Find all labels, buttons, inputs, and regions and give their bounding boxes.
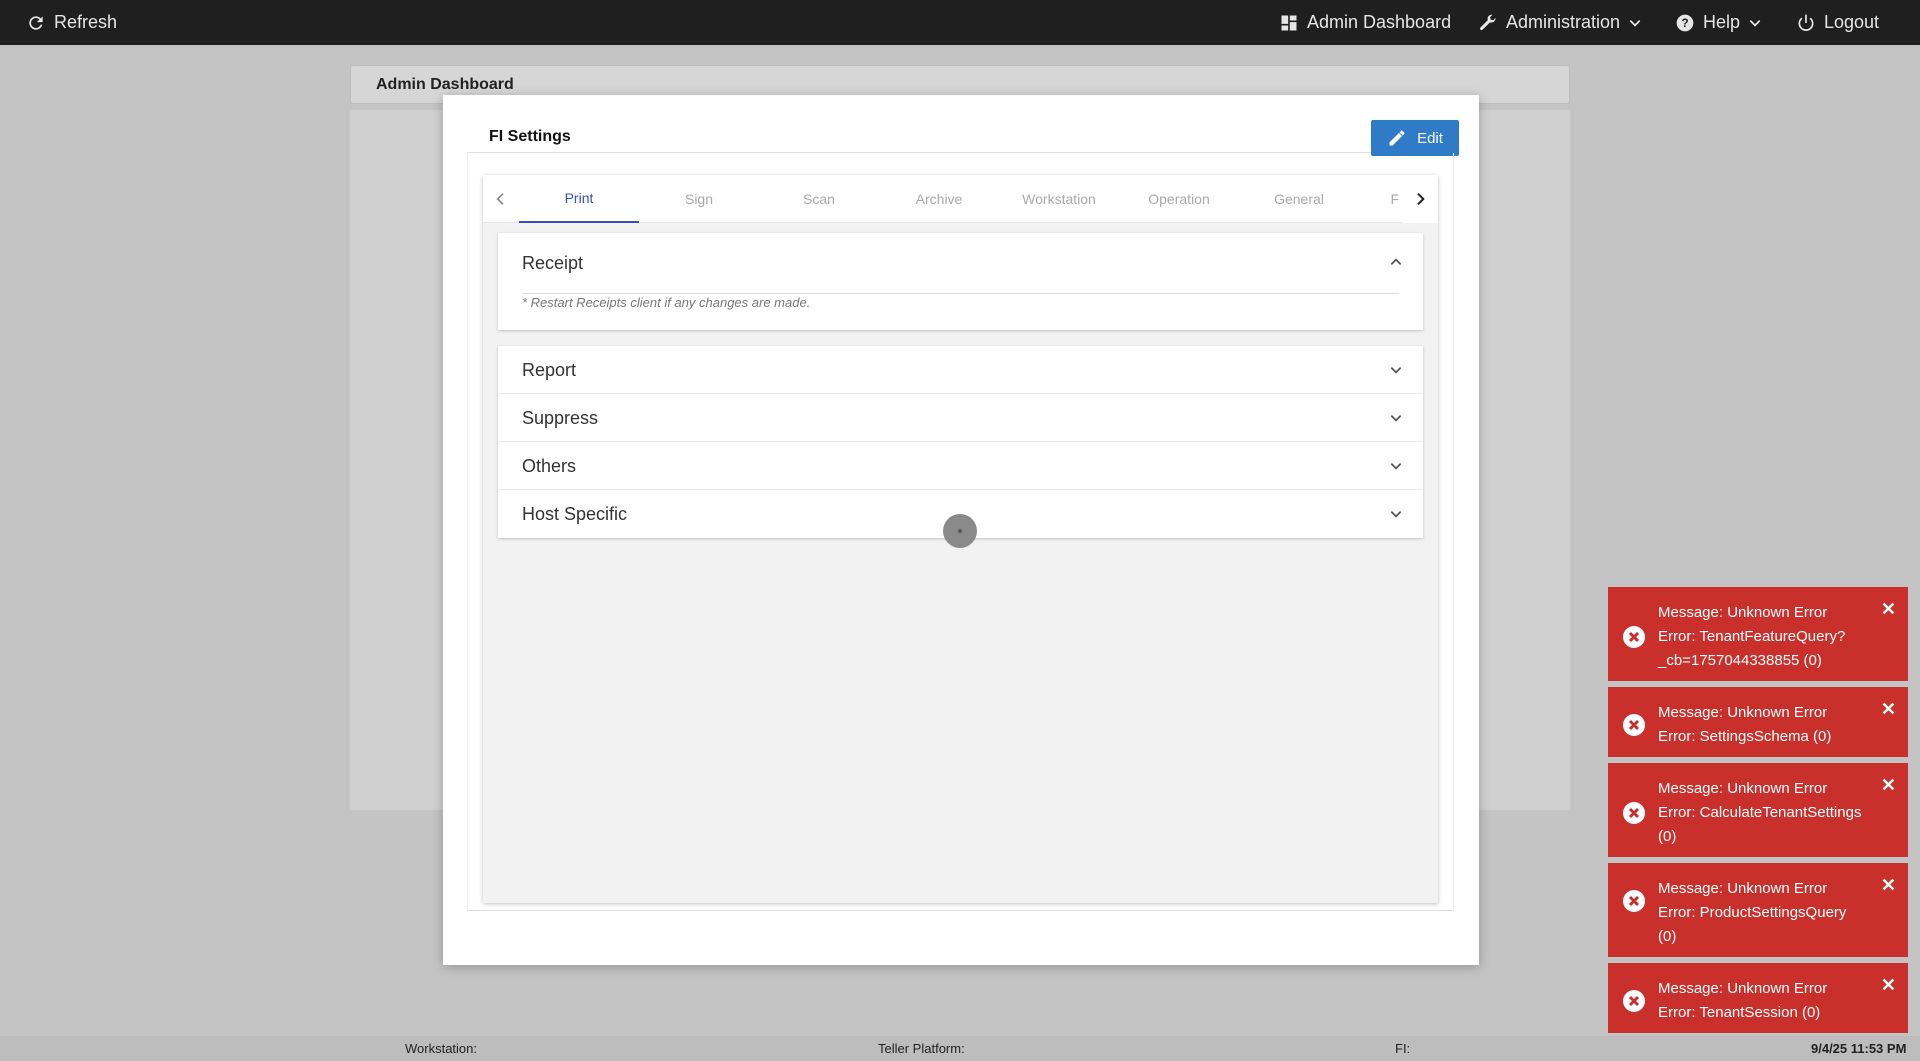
administration-label: Administration <box>1506 12 1621 32</box>
refresh-label: Refresh <box>54 12 118 32</box>
chevron-down-icon <box>1390 511 1402 518</box>
tab-operation[interactable]: Operation <box>1119 175 1239 223</box>
close-icon[interactable]: ✕ <box>1881 873 1896 897</box>
error-toast[interactable]: Message: Unknown Error Error: SettingsSc… <box>1608 687 1908 757</box>
refresh-button[interactable]: Refresh <box>26 0 117 45</box>
loading-spinner <box>943 514 977 548</box>
modal-title: FI Settings <box>489 128 571 145</box>
chevron-down-icon <box>1390 367 1402 374</box>
wrench-icon <box>1480 14 1496 30</box>
toast-line: Error: SettingsSchema (0) <box>1658 728 1832 745</box>
toast-line: Message: Unknown Error <box>1658 880 1828 897</box>
error-icon <box>1623 890 1645 912</box>
tab-scan[interactable]: Scan <box>759 175 879 223</box>
tab-sign[interactable]: Sign <box>639 175 759 223</box>
receipt-header[interactable]: Receipt <box>498 233 1423 293</box>
footer-datetime: 9/4/25 11:53 PM <box>1811 1041 1907 1056</box>
administration-menu[interactable]: Administration <box>1478 0 1642 45</box>
admin-dashboard-label: Admin Dashboard <box>1307 12 1452 32</box>
top-nav-bar: Refresh Admin Dashboard Administration ?… <box>0 0 1920 45</box>
toast-line: (0) <box>1658 828 1677 845</box>
error-icon <box>1623 626 1645 648</box>
tabs-scroll-left-button[interactable] <box>483 175 519 223</box>
receipt-divider <box>522 293 1399 294</box>
toast-line: Error: TenantSession (0) <box>1658 1004 1821 1021</box>
svg-text:?: ? <box>1681 17 1688 30</box>
chevron-down-icon <box>1629 19 1641 27</box>
edit-label: Edit <box>1417 129 1443 147</box>
logout-button[interactable]: Logout <box>1796 0 1879 45</box>
section-label: Others <box>522 456 577 476</box>
footer-fi: FI: <box>1395 1041 1411 1056</box>
toast-line: Message: Unknown Error <box>1658 704 1828 721</box>
error-icon <box>1623 990 1645 1012</box>
help-icon: ? <box>1676 14 1694 31</box>
toast-line: _cb=1757044338855 (0) <box>1658 652 1822 669</box>
receipt-section: Receipt * Restart Receipts client if any… <box>498 233 1423 330</box>
toast-line: Error: TenantFeatureQuery? <box>1658 628 1846 645</box>
section-others[interactable]: Others <box>498 442 1423 490</box>
tab-workstation[interactable]: Workstation <box>999 175 1119 223</box>
refresh-icon <box>29 15 43 30</box>
section-report[interactable]: Report <box>498 346 1423 394</box>
admin-dashboard-link[interactable]: Admin Dashboard <box>1279 0 1451 45</box>
footer-teller-platform: Teller Platform: <box>878 1041 965 1056</box>
chevron-down-icon <box>1390 463 1402 470</box>
chevron-left-icon <box>496 193 504 205</box>
error-icon <box>1623 714 1645 736</box>
section-suppress[interactable]: Suppress <box>498 394 1423 442</box>
close-icon[interactable]: ✕ <box>1881 597 1896 621</box>
settings-tabs: Print Sign Scan Archive Workstation Oper… <box>483 175 1438 223</box>
section-label: Suppress <box>522 408 599 428</box>
chevron-down-icon <box>1390 415 1402 422</box>
tab-archive[interactable]: Archive <box>879 175 999 223</box>
chevron-down-icon <box>1749 19 1761 27</box>
settings-sections-list: Report Suppress Others Host Specific <box>498 346 1423 538</box>
toast-line: Error: CalculateTenantSettings <box>1658 804 1862 821</box>
error-toasts: Message: Unknown Error Error: TenantFeat… <box>1608 587 1908 1039</box>
help-menu[interactable]: ? Help <box>1675 0 1762 45</box>
toast-line: Message: Unknown Error <box>1658 780 1828 797</box>
error-icon <box>1623 802 1645 824</box>
error-toast[interactable]: Message: Unknown Error Error: ProductSet… <box>1608 863 1908 957</box>
modal-header: FI Settings <box>467 119 1454 153</box>
toast-line: Error: ProductSettingsQuery (0) <box>1658 904 1847 945</box>
logout-label: Logout <box>1824 12 1880 32</box>
close-icon[interactable]: ✕ <box>1881 697 1896 721</box>
toast-line: Message: Unknown Error <box>1658 604 1828 621</box>
tabs-scroll-right-button[interactable] <box>1402 175 1438 223</box>
status-footer: Workstation: Teller Platform: FI: 9/4/25… <box>0 1036 1920 1061</box>
help-label: Help <box>1703 12 1741 32</box>
error-toast[interactable]: Message: Unknown Error Error: TenantSess… <box>1608 963 1908 1033</box>
footer-workstation: Workstation: <box>405 1041 478 1056</box>
power-icon <box>1798 14 1814 31</box>
receipt-note: * Restart Receipts client if any changes… <box>522 295 811 310</box>
chevron-up-icon <box>1390 258 1402 265</box>
receipt-label: Receipt <box>522 253 584 273</box>
pencil-icon <box>1389 130 1405 146</box>
chevron-right-icon <box>1417 192 1425 206</box>
section-label: Report <box>522 360 577 380</box>
tab-general[interactable]: General <box>1239 175 1359 223</box>
close-icon[interactable]: ✕ <box>1881 773 1896 797</box>
error-toast[interactable]: Message: Unknown Error Error: TenantFeat… <box>1608 587 1908 681</box>
tab-print[interactable]: Print <box>519 175 639 223</box>
edit-button[interactable]: Edit <box>1371 120 1459 156</box>
close-icon[interactable]: ✕ <box>1881 973 1896 997</box>
error-toast[interactable]: Message: Unknown Error Error: CalculateT… <box>1608 763 1908 857</box>
toast-line: Message: Unknown Error <box>1658 980 1828 997</box>
dashboard-icon <box>1281 15 1297 30</box>
section-label: Host Specific <box>522 504 628 524</box>
